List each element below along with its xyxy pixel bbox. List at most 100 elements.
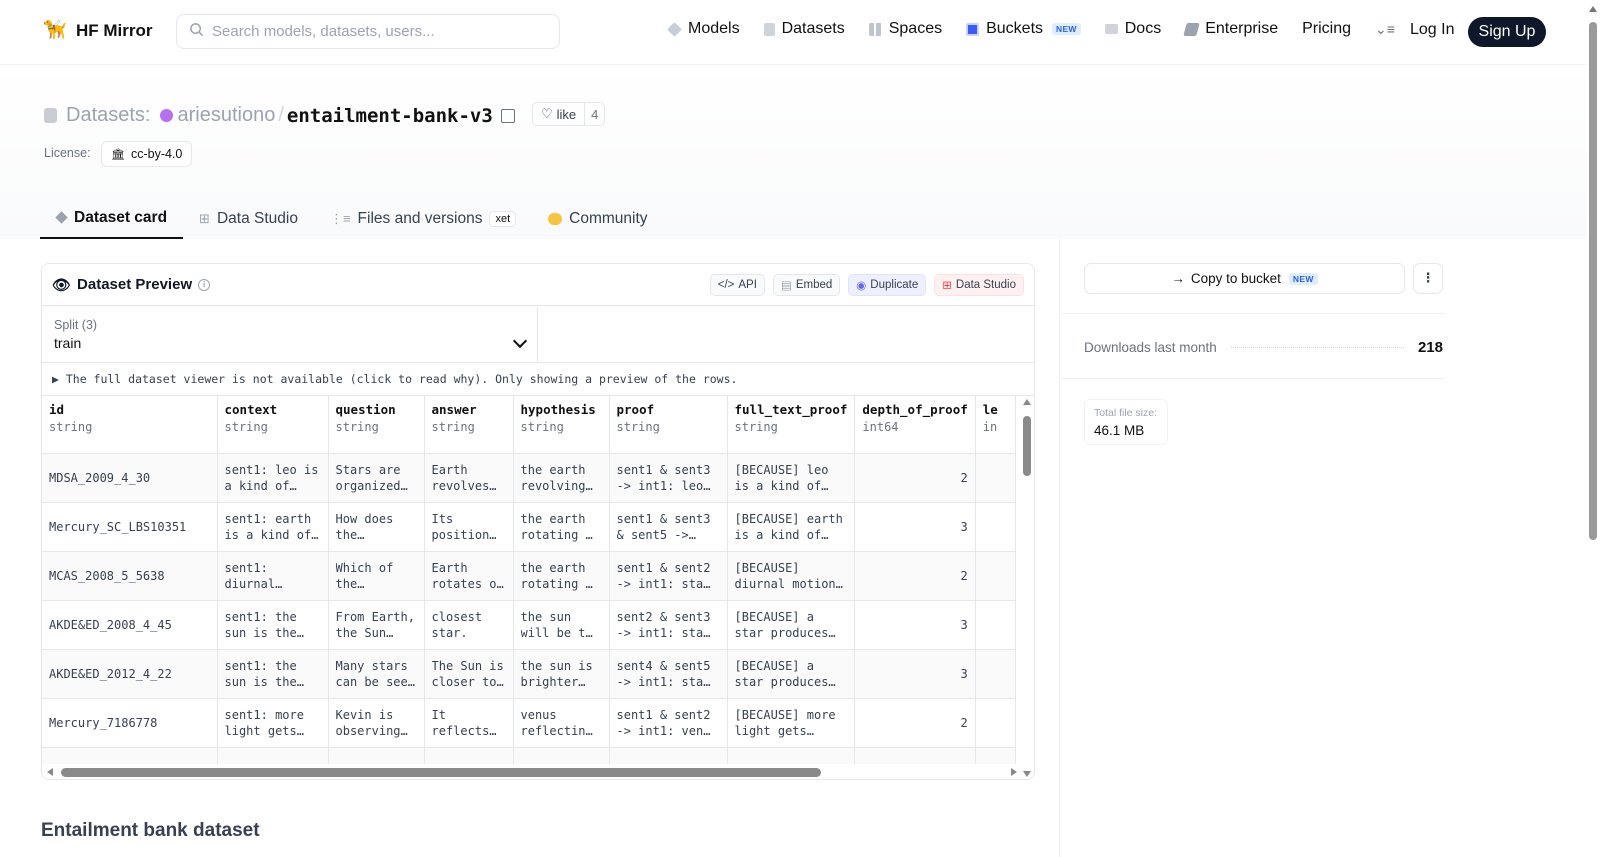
embed-button[interactable]: ▤ Embed [772,273,841,296]
table-cell[interactable] [975,698,1016,748]
table-cell[interactable]: sent4 & sent5 -> int1: sta… [609,649,728,699]
table-cell[interactable]: the sun will be t… [513,600,610,650]
table-cell[interactable]: Earth rotates o… [424,551,514,601]
table-cell[interactable]: 3 [854,502,976,552]
table-cell[interactable]: sent1 & sent3 -> int1: leo… [609,453,728,503]
table-cell[interactable]: Its position… [424,502,514,552]
table-cell[interactable]: Earth revolves… [424,453,514,503]
nav-enterprise[interactable]: Enterprise [1183,20,1278,38]
duplicate-button[interactable]: ◉ Duplicate [848,273,927,296]
table-cell[interactable] [975,551,1016,601]
table-cell[interactable]: Which of the following… [328,551,425,601]
nav-more-menu[interactable]: ⌄≡ [1375,21,1395,38]
table-cell[interactable]: sent1: the sun is the… [217,600,329,650]
table-row[interactable]: MCAS_2008_5_5638 sent1: diurnal… Which of … [42,551,1016,601]
table-cell[interactable] [975,600,1016,650]
table-cell[interactable]: [BECAUSE] diurnal motion… [727,551,856,601]
table-cell[interactable]: venus reflectin… [513,698,610,748]
column-header[interactable]: answer string [424,396,514,454]
table-cell[interactable]: 3 [854,649,976,699]
table-cell[interactable]: [BECAUSE] leo is a kind of… [727,453,856,503]
table-row[interactable]: Mercury_7186778 sent1: more light gets… Ke… [42,698,1016,748]
table-cell[interactable]: Mercury_SC_LBS10351 [42,502,218,552]
table-cell[interactable]: sent1: the sun is the… [217,649,329,699]
table-horizontal-scrollbar[interactable] [42,764,1022,779]
table-cell[interactable]: the earth rotating … [513,502,610,552]
search-box[interactable] [176,14,560,49]
page-scrollbar[interactable] [1586,0,1600,857]
table-row[interactable]: MDSA_2009_4_30 sent1: leo is a kind of… St… [42,453,1016,503]
copy-to-bucket-button[interactable]: → Copy to bucket NEW [1084,263,1405,294]
column-header[interactable]: context string [217,396,329,454]
login-link[interactable]: Log In [1410,21,1454,39]
table-cell[interactable]: [BECAUSE] more light gets… [727,698,856,748]
more-options-button[interactable]: ⋮ [1413,263,1443,294]
table-cell[interactable]: sent1: more light gets… [217,698,329,748]
table-cell[interactable]: sent2 & sent3 -> int1: sta… [609,600,728,650]
table-row[interactable]: AKDE&ED_2008_4_45 sent1: the sun is the… F… [42,600,1016,650]
repo-name[interactable]: entailment-bank-v3 [287,105,493,127]
table-cell[interactable]: closest star. [424,600,514,650]
table-cell[interactable]: sent1 & sent3 & sent5 ->… [609,502,728,552]
table-cell[interactable]: sent1: leo is a kind of… [217,453,329,503]
table-cell[interactable]: Stars are organized into… [328,453,425,503]
signup-button[interactable]: Sign Up [1468,17,1546,47]
table-cell[interactable] [975,453,1016,503]
table-cell[interactable]: AKDE&ED_2008_4_45 [42,600,218,650]
column-header[interactable]: hypothesis string [513,396,610,454]
table-cell[interactable]: From Earth, the Sun appears… [328,600,425,650]
table-cell[interactable]: 2 [854,453,976,503]
nav-docs[interactable]: Docs [1104,20,1161,38]
tab-dataset-card[interactable]: Dataset card [40,198,184,239]
nav-buckets[interactable]: Buckets NEW [966,20,1081,38]
nav-spaces[interactable]: Spaces [868,20,942,38]
table-cell[interactable]: AKDE&ED_2012_4_22 [42,649,218,699]
nav-datasets[interactable]: Datasets [763,20,845,38]
table-cell[interactable]: Kevin is observing the… [328,698,425,748]
owner-link[interactable]: ariesutiono [177,104,275,127]
column-header[interactable]: depth_of_proof int64 [854,396,976,454]
split-select[interactable]: Split (3) train [42,306,538,362]
table-cell[interactable]: Many stars can be seen in the… [328,649,425,699]
api-button[interactable]: </> API [709,273,765,296]
data-studio-button[interactable]: ⊞ Data Studio [934,273,1024,296]
column-header[interactable]: full_text_proof string [727,396,856,454]
table-cell[interactable]: 2 [854,698,976,748]
table-cell[interactable]: How does the appearance of … [328,502,425,552]
table-row[interactable]: AKDE&ED_2012_4_22 sent1: the sun is the… M… [42,649,1016,699]
table-cell[interactable]: 3 [854,600,976,650]
column-header[interactable]: proof string [609,396,728,454]
license-tag[interactable]: 🏛 cc-by-4.0 [101,141,193,167]
tab-community[interactable]: Community [532,198,663,239]
table-cell[interactable]: sent1: earth is a kind of… [217,502,329,552]
copy-icon[interactable] [500,108,515,123]
column-header[interactable]: id string [42,396,218,454]
table-cell[interactable]: [BECAUSE] earth is a kind of… [727,502,856,552]
table-cell[interactable]: [BECAUSE] a star produces… [727,600,856,650]
info-icon[interactable]: i [198,278,211,291]
table-cell[interactable] [975,502,1016,552]
table-cell[interactable]: 2 [854,551,976,601]
table-cell[interactable]: MDSA_2009_4_30 [42,453,218,503]
table-cell[interactable]: the earth rotating … [513,551,610,601]
column-header[interactable]: le in [975,396,1016,454]
table-cell[interactable]: Mercury_7186778 [42,698,218,748]
like-button[interactable]: ♡ like 4 [532,102,606,126]
nav-pricing[interactable]: Pricing [1302,20,1351,38]
column-header[interactable]: question string [328,396,425,454]
repo-type-link[interactable]: Datasets: [66,104,150,127]
table-vertical-scrollbar[interactable] [1020,396,1034,779]
table-cell[interactable]: sent1: diurnal… [217,551,329,601]
site-logo[interactable]: 🦮 HF Mirror [43,19,152,43]
table-row[interactable]: Mercury_SC_LBS10351 sent1: earth is a kin… [42,502,1016,552]
tab-data-studio[interactable]: ⊞ Data Studio [183,198,314,239]
table-cell[interactable]: the sun is brighter… [513,649,610,699]
table-cell[interactable] [975,649,1016,699]
table-cell[interactable]: the earth revolving… [513,453,610,503]
table-cell[interactable]: sent1 & sent2 -> int1: sta… [609,551,728,601]
table-cell[interactable]: sent1 & sent2 -> int1: ven… [609,698,728,748]
table-cell[interactable]: The Sun is closer to… [424,649,514,699]
tab-files[interactable]: ⋮≡ Files and versions xet [314,198,532,239]
table-cell[interactable]: MCAS_2008_5_5638 [42,551,218,601]
nav-models[interactable]: Models [667,20,740,38]
